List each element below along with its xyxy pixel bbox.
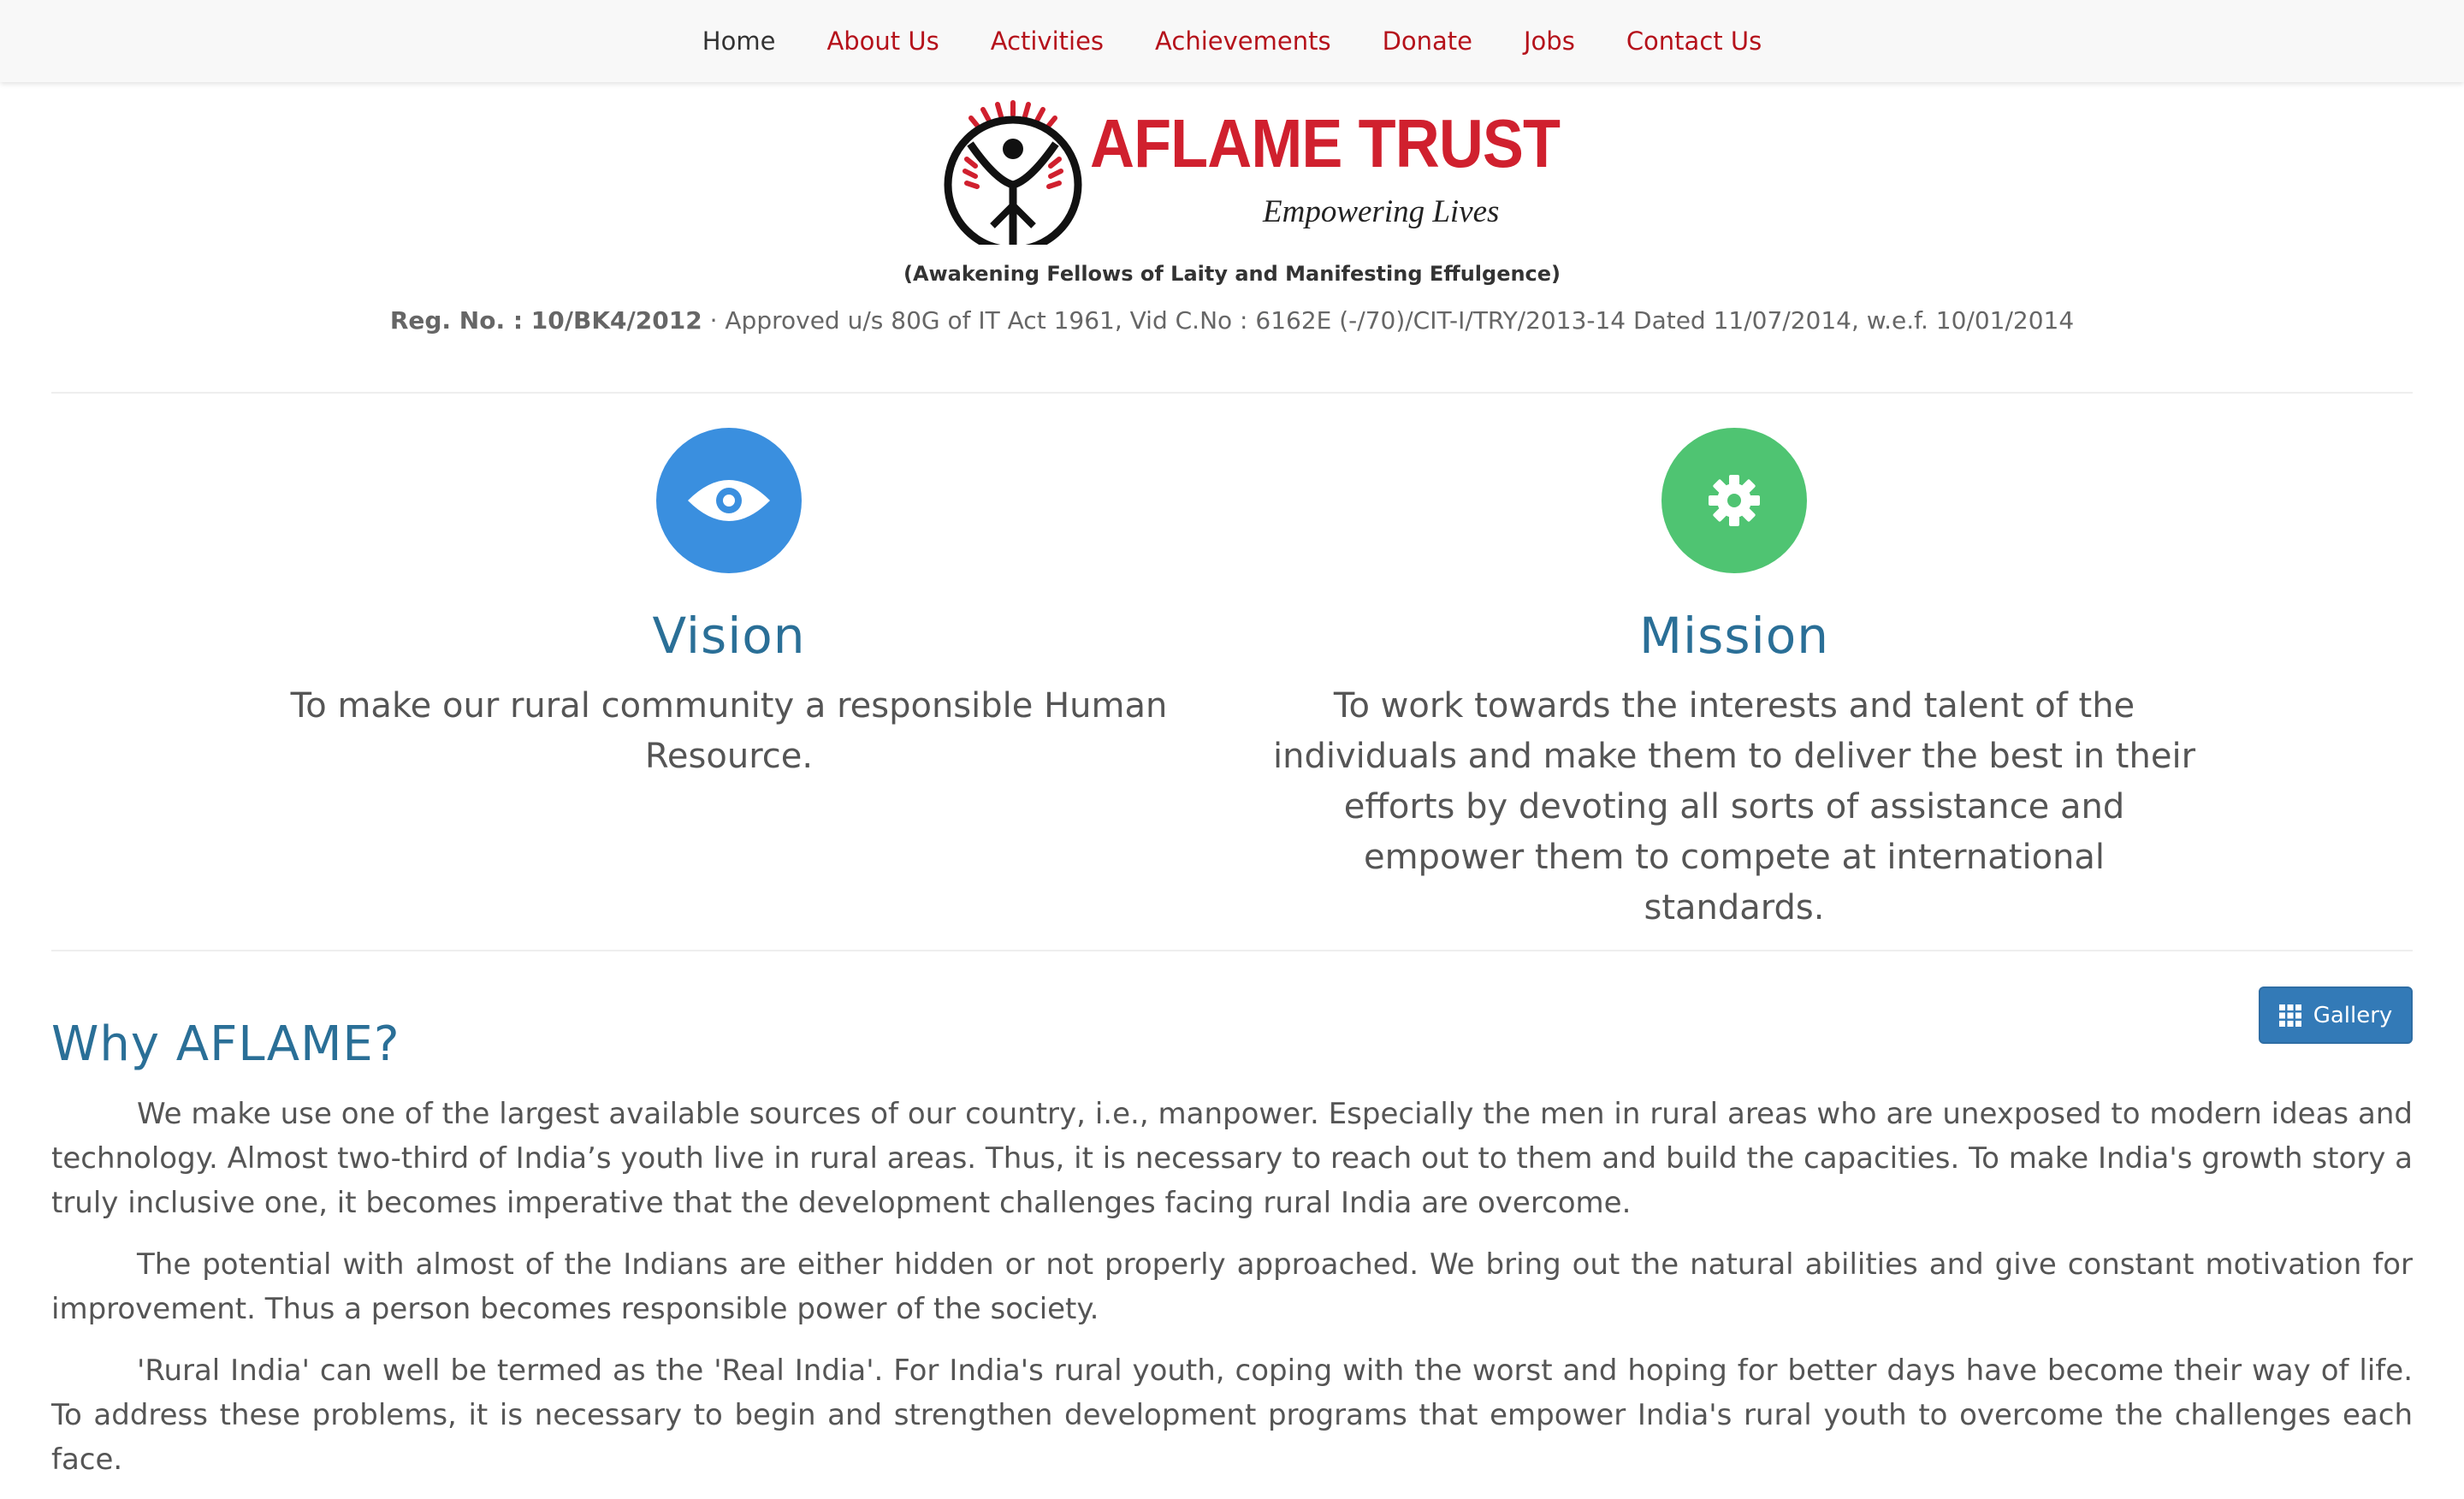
nav-menu: Home About Us Activities Achievements Do… <box>677 2 1787 80</box>
trust-full-name: (Awakening Fellows of Laity and Manifest… <box>903 262 1561 286</box>
nav-activities[interactable]: Activities <box>965 2 1129 80</box>
vision-title: Vision <box>652 607 806 665</box>
why-paragraph: We make use one of the largest available… <box>51 1097 2413 1220</box>
site-logo[interactable]: AFLAME TRUST Empowering Lives <box>936 99 1561 245</box>
aflame-emblem-icon <box>944 100 1082 245</box>
mission-text: To work towards the interests and talent… <box>1272 686 2196 927</box>
grid-icon <box>2278 1004 2301 1027</box>
registration-detail: · Approved u/s 80G of IT Act 1961, Vid C… <box>702 306 2075 335</box>
vision-section: Vision To make our rural community a res… <box>258 428 1199 782</box>
nav-contact-us[interactable]: Contact Us <box>1601 2 1787 80</box>
nav-achievements[interactable]: Achievements <box>1129 2 1357 80</box>
why-aflame-heading: Why AFLAME? <box>51 1016 400 1072</box>
why-paragraph: The potential with almost of the Indians… <box>51 1247 2413 1326</box>
gallery-button-label: Gallery <box>2313 1002 2393 1028</box>
why-aflame-body: We make use one of the largest available… <box>51 1092 2413 1499</box>
top-navbar: Home About Us Activities Achievements Do… <box>0 0 2464 82</box>
eye-icon <box>688 480 770 521</box>
mission-title: Mission <box>1639 607 1829 665</box>
mission-icon-circle <box>1661 428 1807 573</box>
nav-home[interactable]: Home <box>677 2 802 80</box>
nav-jobs[interactable]: Jobs <box>1498 2 1601 80</box>
divider <box>51 950 2413 951</box>
vision-text: To make our rural community a responsibl… <box>290 686 1168 776</box>
divider <box>51 392 2413 394</box>
mission-section: Mission To work towards the interests an… <box>1264 428 2205 933</box>
logo-tagline: Empowering Lives <box>1263 194 1500 229</box>
why-paragraph: 'Rural India' can well be termed as the … <box>51 1354 2413 1477</box>
logo-title: AFLAME TRUST <box>1090 105 1561 181</box>
registration-line: Reg. No. : 10/BK4/2012 · Approved u/s 80… <box>0 306 2464 335</box>
nav-donate[interactable]: Donate <box>1357 2 1498 80</box>
registration-number: Reg. No. : 10/BK4/2012 <box>389 306 702 335</box>
gear-icon <box>1709 475 1760 526</box>
vision-icon-circle <box>656 428 802 573</box>
nav-about-us[interactable]: About Us <box>801 2 964 80</box>
gallery-button[interactable]: Gallery <box>2259 986 2413 1044</box>
